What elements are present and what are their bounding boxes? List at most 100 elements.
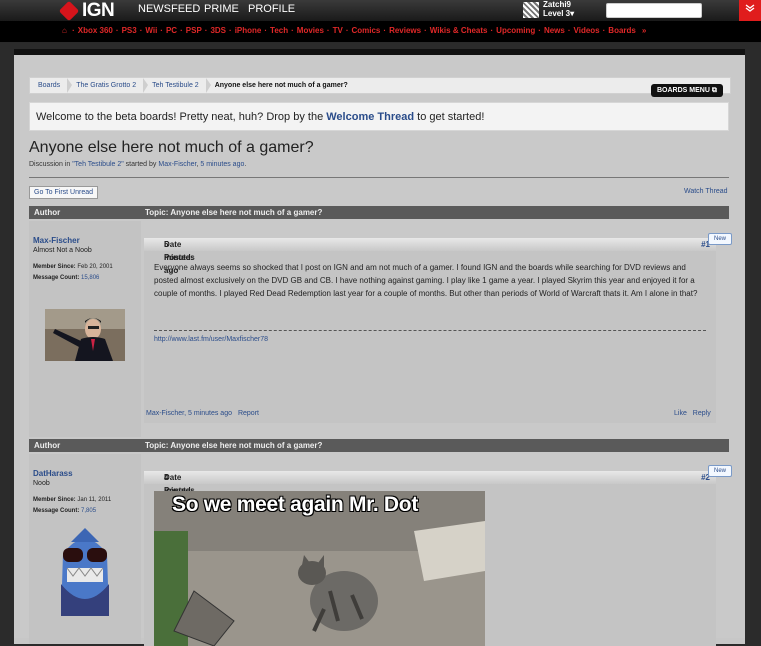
category-boards[interactable]: Boards: [608, 26, 636, 35]
category-separator: ·: [291, 26, 294, 35]
user-level: Level 3: [543, 9, 571, 18]
category-separator: ·: [602, 26, 606, 35]
post-date-bar: Date Posted: 4 minutes ago #2: [144, 471, 716, 508]
author-column-header: Author: [34, 208, 61, 217]
meta-prefix: Discussion in: [29, 161, 73, 168]
category-wii[interactable]: Wii: [145, 26, 157, 35]
nav-prime[interactable]: PRIME: [204, 3, 239, 15]
footer-time-link[interactable]: 5 minutes ago: [188, 410, 232, 417]
meta-time-link[interactable]: 5 minutes ago: [200, 161, 244, 168]
category-tv[interactable]: TV: [333, 26, 343, 35]
meta-end: .: [244, 161, 247, 168]
chevron-down-icon[interactable]: [739, 0, 761, 21]
home-icon[interactable]: ⌂: [62, 26, 67, 35]
signature-divider: [154, 330, 706, 331]
user-menu-caret-icon: ▾: [570, 9, 575, 18]
category-separator: ·: [538, 26, 541, 35]
category-separator: ·: [424, 26, 427, 35]
message-count-link[interactable]: 15,806: [81, 275, 99, 281]
reply-link[interactable]: Reply: [693, 410, 711, 417]
boards-menu-button[interactable]: BOARDS MENU ⧉: [651, 84, 723, 97]
category-pc[interactable]: PC: [166, 26, 177, 35]
meta-forum-link[interactable]: "Teh Testibule 2": [72, 161, 124, 168]
category-reviews[interactable]: Reviews: [389, 26, 421, 35]
nav-newsfeed[interactable]: NEWSFEED: [138, 3, 200, 15]
page-title: Anyone else here not much of a gamer?: [29, 139, 314, 156]
nav-profile[interactable]: PROFILE: [248, 3, 295, 15]
welcome-banner: Welcome to the beta boards! Pretty neat,…: [29, 102, 729, 131]
post-author-name[interactable]: Max-Fischer: [33, 236, 80, 245]
breadcrumb-boards[interactable]: Boards: [30, 78, 73, 93]
user-name: Zatchi9: [543, 0, 572, 9]
category-tech[interactable]: Tech: [270, 26, 288, 35]
post-body: Everyone always seems so shocked that I …: [154, 263, 698, 298]
post-footer-meta: Max-Fischer, 5 minutes ago Report: [146, 410, 259, 417]
user-menu[interactable]: Zatchi9 Level 3▾: [543, 0, 574, 18]
post-message: Date Posted: 5 minutes ago #1 Everyone a…: [144, 238, 716, 423]
message-count-link[interactable]: 7,805: [81, 508, 96, 514]
category-xbox-360[interactable]: Xbox 360: [78, 26, 113, 35]
category-upcoming[interactable]: Upcoming: [496, 26, 535, 35]
category-separator: ·: [160, 26, 163, 35]
category-separator: ·: [229, 26, 232, 35]
category-separator: ·: [204, 26, 208, 35]
watch-thread-link[interactable]: Watch Thread: [684, 188, 728, 195]
topic-column-header: Topic: Anyone else here not much of a ga…: [145, 441, 323, 450]
signature-link[interactable]: http://www.last.fm/user/Maxfischer78: [154, 336, 268, 343]
like-link[interactable]: Like: [674, 410, 687, 417]
forum-frame: Boards The Gratis Grotto 2 Teh Testibule 2…: [14, 49, 745, 646]
category-ps3[interactable]: PS3: [122, 26, 137, 35]
search-input[interactable]: [606, 3, 702, 18]
image-caption: So we meet again Mr. Dot: [172, 493, 419, 516]
breadcrumb-current: Anyone else here not much of a gamer?: [214, 82, 348, 89]
top-bar: IGN NEWSFEED PRIME PROFILE Zatchi9 Level…: [0, 0, 761, 21]
category-movies[interactable]: Movies: [297, 26, 324, 35]
post-actions: Like Reply: [674, 410, 711, 417]
category-separator: ·: [383, 26, 387, 35]
user-avatar[interactable]: [523, 2, 539, 18]
message-count: Message Count: 15,806: [33, 275, 100, 281]
category-news[interactable]: News: [544, 26, 565, 35]
external-link-icon: ⧉: [711, 87, 717, 94]
category-comics[interactable]: Comics: [351, 26, 380, 35]
user-panel: Max-Fischer Almost Not a Noob Member Sin…: [29, 221, 141, 437]
category-separator: ·: [139, 26, 143, 35]
post-image[interactable]: So we meet again Mr. Dot: [154, 491, 485, 646]
category-iphone[interactable]: iPhone: [235, 26, 262, 35]
post-author-name[interactable]: DatHarass: [33, 469, 73, 478]
breadcrumb: Boards The Gratis Grotto 2 Teh Testibule 2…: [29, 77, 731, 94]
message-count: Message Count: 7,805: [33, 508, 97, 514]
report-link[interactable]: Report: [238, 410, 259, 417]
breadcrumb-gratis-grotto[interactable]: The Gratis Grotto 2: [68, 78, 149, 93]
topic-column-header: Topic: Anyone else here not much of a ga…: [145, 208, 323, 217]
category-separator: ·: [180, 26, 183, 35]
category-videos[interactable]: Videos: [574, 26, 600, 35]
avatar[interactable]: [57, 524, 113, 616]
more-categories-icon[interactable]: »: [642, 26, 646, 35]
divider: [29, 177, 729, 178]
user-title: Almost Not a Noob: [33, 247, 92, 254]
avatar[interactable]: [45, 309, 125, 361]
user-panel: DatHarass Noob Member Since: Jan 11, 201…: [29, 454, 141, 644]
go-to-first-unread-button[interactable]: Go To First Unread: [29, 186, 99, 199]
post-message: Date Posted: 4 minutes ago #2 So we meet…: [144, 471, 716, 646]
new-badge: New: [708, 465, 732, 477]
meta-mid: started by: [123, 161, 159, 168]
category-wikis-cheats[interactable]: Wikis & Cheats: [430, 26, 488, 35]
category-psp[interactable]: PSP: [186, 26, 202, 35]
breadcrumb-testibule[interactable]: Teh Testibule 2: [144, 78, 211, 93]
footer-author-link[interactable]: Max-Fischer: [146, 410, 184, 417]
post-header: Author Topic: Anyone else here not much …: [29, 439, 729, 452]
author-column-header: Author: [34, 441, 61, 450]
member-since: Member Since: Feb 20, 2001: [33, 264, 113, 270]
user-title: Noob: [33, 480, 50, 487]
boards-menu-label: BOARDS MENU: [657, 87, 710, 94]
welcome-thread-link[interactable]: Welcome Thread: [326, 111, 414, 123]
ign-logo[interactable]: IGN: [58, 0, 115, 21]
category-3ds[interactable]: 3DS: [210, 26, 226, 35]
new-badge: New: [708, 233, 732, 245]
category-separator: ·: [326, 26, 330, 35]
meta-author-link[interactable]: Max-Fischer: [158, 161, 196, 168]
category-separator: ·: [115, 26, 119, 35]
category-bar: ⌂ · Xbox 360 · PS3 · Wii · PC · PSP · 3DS · iPhone · Te…: [0, 21, 761, 43]
